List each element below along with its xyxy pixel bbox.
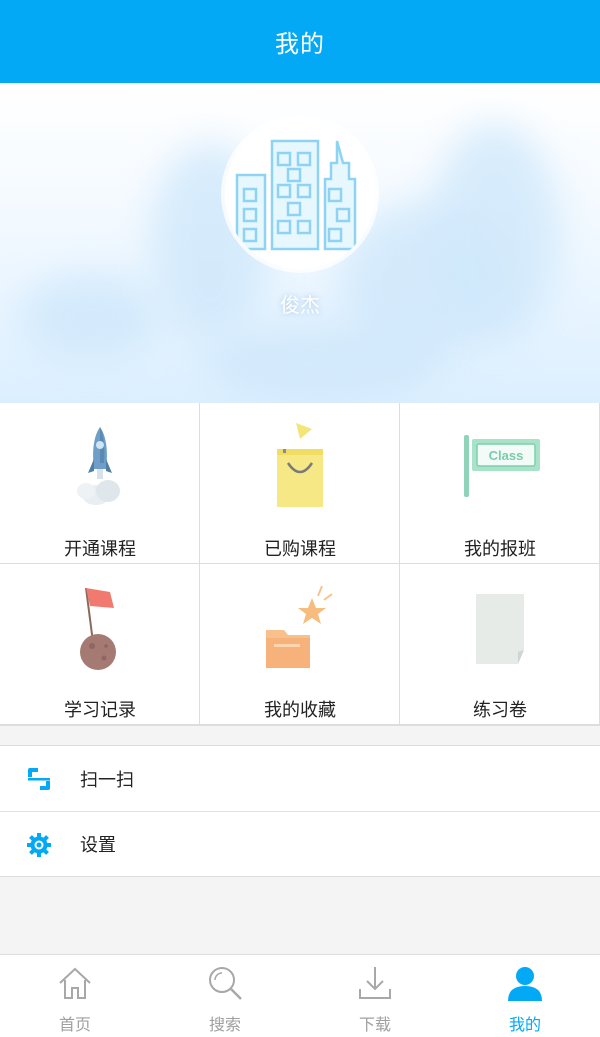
tab-search[interactable]: 搜索 <box>150 955 300 1037</box>
scan-icon <box>28 768 50 790</box>
grid-item-label: 学习记录 <box>64 700 136 721</box>
menu-list: 扫一扫 设置 <box>0 745 600 877</box>
grid-item-label: 练习卷 <box>473 700 527 721</box>
rocket-icon <box>77 427 120 505</box>
grid-item-open-course[interactable]: 开通课程 <box>0 403 200 564</box>
class-sign-icon: Class <box>464 435 540 497</box>
folder-star-icon <box>266 585 333 668</box>
grid-item-my-favorites[interactable]: 我的收藏 <box>200 564 400 725</box>
grid-item-label: 开通课程 <box>64 539 136 560</box>
page-title: 我的 <box>275 30 325 58</box>
feature-grid: 开通课程 已购课程 Class 我的报班 学习记录 我的收藏 练习卷 <box>0 403 600 726</box>
tab-label: 我的 <box>508 1015 541 1034</box>
gear-icon <box>27 833 51 857</box>
search-icon <box>209 967 242 1000</box>
class-sign-text: Class <box>489 448 524 463</box>
paper-icon <box>476 594 524 664</box>
tab-me[interactable]: 我的 <box>450 955 600 1037</box>
tab-label: 下载 <box>358 1015 391 1034</box>
settings-label: 设置 <box>80 835 116 856</box>
user-icon <box>508 967 542 1001</box>
city-buildings-icon <box>235 139 357 251</box>
flag-planet-icon <box>80 587 116 670</box>
settings-row[interactable]: 设置 <box>0 811 600 876</box>
grid-item-label: 我的报班 <box>464 539 536 560</box>
background-blur <box>20 273 160 363</box>
tab-home[interactable]: 首页 <box>0 955 150 1037</box>
shopping-bag-icon <box>277 423 323 507</box>
download-icon <box>359 967 391 999</box>
scan-row[interactable]: 扫一扫 <box>0 746 600 811</box>
tab-label: 首页 <box>58 1015 91 1034</box>
avatar[interactable] <box>225 119 375 269</box>
grid-item-label: 已购课程 <box>264 539 336 560</box>
profile-header: 俊杰 <box>0 83 600 403</box>
tab-label: 搜索 <box>208 1015 241 1034</box>
grid-item-label: 我的收藏 <box>264 700 336 721</box>
tab-download[interactable]: 下载 <box>300 955 450 1037</box>
scan-label: 扫一扫 <box>80 769 134 791</box>
bottom-tab-bar: 首页 搜索 下载 我的 <box>0 954 600 1037</box>
top-bar: 我的 <box>0 0 600 83</box>
grid-item-practice-paper[interactable]: 练习卷 <box>400 564 600 725</box>
grid-item-my-class[interactable]: Class 我的报班 <box>400 403 600 564</box>
home-icon <box>59 967 91 999</box>
grid-item-study-record[interactable]: 学习记录 <box>0 564 200 725</box>
username: 俊杰 <box>280 293 320 317</box>
background-blur <box>200 323 440 403</box>
grid-item-purchased-course[interactable]: 已购课程 <box>200 403 400 564</box>
